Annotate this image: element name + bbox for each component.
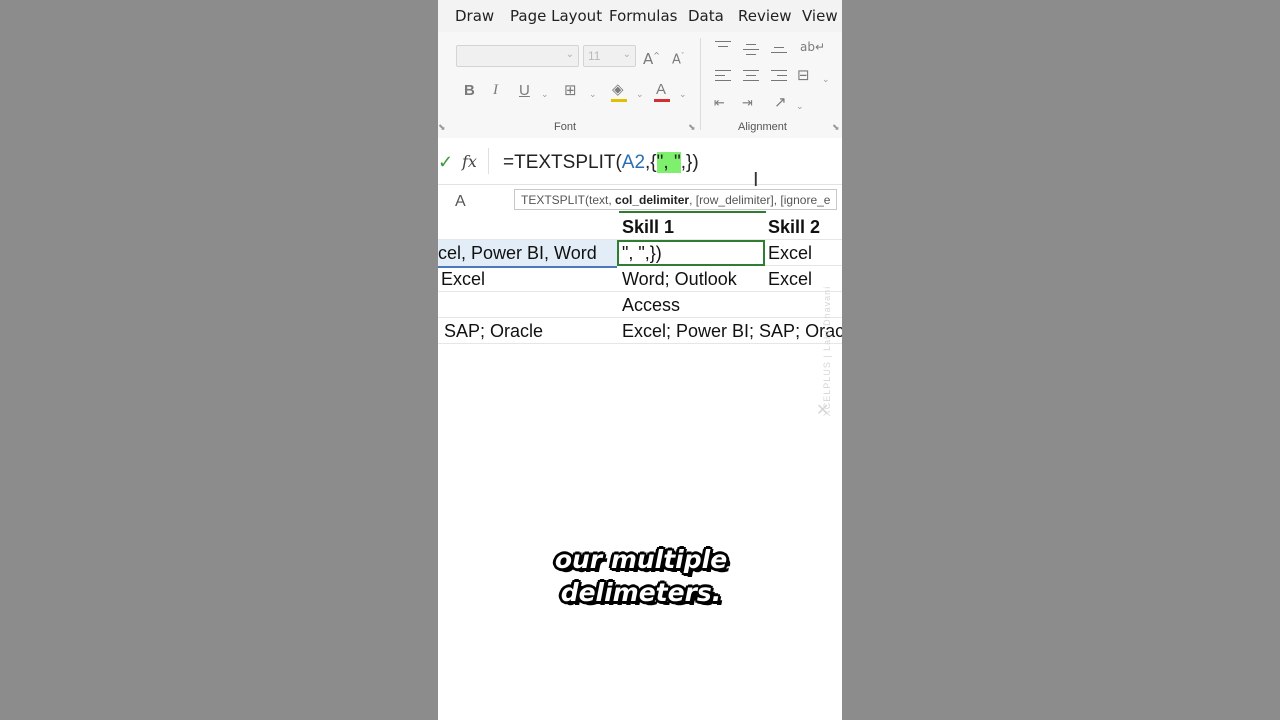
font-group-label: Font — [554, 121, 577, 133]
formula-bar-separator — [488, 148, 489, 174]
insert-function-icon[interactable]: fx — [462, 152, 477, 171]
caption-line-1: our multiple — [554, 545, 728, 574]
dialog-launcher-icon[interactable]: ⬊ — [438, 122, 446, 133]
formula-prefix: =TEXTSPLIT( — [503, 152, 622, 173]
tab-view[interactable]: View — [802, 7, 838, 25]
formula-highlighted-delimiter: ", " — [656, 152, 681, 173]
chevron-down-icon[interactable]: ⌄ — [589, 88, 597, 103]
table-row: cel, Power BI, Word ", ",}) Excel — [438, 240, 842, 268]
tooltip-post: , [row_delimiter], [ignore_e — [689, 193, 831, 207]
fill-color-icon[interactable]: ◈ — [612, 82, 624, 97]
align-middle-icon[interactable] — [743, 44, 759, 58]
watermark-logo-icon: ✕ — [816, 402, 830, 419]
chevron-down-icon[interactable]: ⌄ — [636, 88, 644, 103]
bold-button[interactable]: B — [464, 83, 475, 98]
tab-review[interactable]: Review — [738, 7, 792, 25]
table-row: Excel Word; Outlook Excel — [438, 266, 842, 292]
orientation-icon[interactable]: ↗ — [774, 95, 787, 110]
formula-input[interactable]: =TEXTSPLIT(A2,{", ",}) — [503, 152, 699, 174]
ribbon-tabs: Draw Page Layout Formulas Data Review Vi… — [438, 0, 842, 32]
chevron-down-icon[interactable]: ⌄ — [796, 100, 804, 115]
align-left-icon[interactable] — [715, 70, 731, 84]
decrease-indent-icon[interactable]: ⇤ — [714, 96, 725, 111]
group-separator — [700, 38, 701, 130]
tooltip-current-arg: col_delimiter — [615, 193, 690, 207]
cell-c2[interactable]: Excel — [768, 240, 842, 266]
italic-button[interactable]: I — [493, 83, 498, 98]
chevron-down-icon[interactable]: ⌄ — [822, 73, 830, 88]
column-header-a[interactable]: A — [455, 193, 466, 211]
cell-b4[interactable]: Access — [622, 292, 764, 318]
watermark-text: XCELPLUS | Lalit Dhavani — [822, 285, 833, 417]
cell-b3[interactable]: Word; Outlook — [622, 266, 764, 292]
font-color-swatch — [654, 99, 670, 102]
cell-a3[interactable]: Excel — [441, 266, 613, 292]
alignment-group-label: Alignment — [738, 121, 787, 133]
chevron-down-icon: ⌄ — [565, 49, 574, 60]
tab-draw[interactable]: Draw — [455, 7, 494, 25]
decrease-font-size-icon[interactable]: Aˇ — [672, 49, 684, 67]
table-row: Skill 1 Skill 2 — [438, 214, 842, 240]
borders-icon[interactable]: ⊞ — [564, 83, 577, 98]
enter-check-icon[interactable]: ✓ — [438, 152, 453, 173]
column-selection-marker — [619, 211, 766, 213]
cell-a2[interactable]: cel, Power BI, Word — [438, 240, 617, 268]
formula-suffix: ,}) — [680, 152, 699, 173]
alignment-dialog-launcher-icon[interactable]: ⬊ — [832, 122, 840, 133]
cell-b1[interactable]: Skill 1 — [622, 214, 764, 240]
align-top-icon[interactable] — [715, 41, 731, 55]
tab-formulas[interactable]: Formulas — [609, 7, 677, 25]
font-color-button[interactable]: A — [656, 82, 666, 97]
watermark: XCELPLUS | Lalit Dhavani ✕ — [814, 286, 832, 420]
align-right-icon[interactable] — [771, 70, 787, 84]
font-dialog-launcher-icon[interactable]: ⬊ — [688, 122, 696, 133]
chevron-down-icon[interactable]: ⌄ — [679, 88, 687, 103]
function-tooltip: TEXTSPLIT(text, col_delimiter, [row_deli… — [514, 189, 838, 210]
cell-a4[interactable] — [444, 292, 616, 318]
ribbon: ⬊ ⌄ 11 ⌄ A^ Aˇ B I U ⌄ ⊞ ⌄ ◈ ⌄ A ⌄ Font … — [438, 32, 842, 139]
cell-a5[interactable]: SAP; Oracle — [444, 318, 616, 344]
tooltip-pre: TEXTSPLIT(text, — [521, 193, 616, 207]
tab-data[interactable]: Data — [688, 7, 724, 25]
font-size-dropdown[interactable]: 11 ⌄ — [583, 45, 636, 67]
fill-color-swatch — [611, 99, 627, 102]
video-caption: our multiple delimeters. — [528, 543, 754, 609]
increase-indent-icon[interactable]: ⇥ — [742, 96, 753, 111]
cell-a1[interactable] — [444, 214, 616, 240]
cell-b2[interactable]: ", ",}) — [622, 240, 764, 266]
table-row: SAP; Oracle Excel; Power BI; SAP; Oracl — [438, 318, 842, 344]
cell-c1[interactable]: Skill 2 — [768, 214, 842, 240]
align-center-icon[interactable] — [743, 70, 759, 84]
chevron-down-icon[interactable]: ⌄ — [541, 88, 549, 103]
formula-mid: ,{ — [645, 152, 657, 173]
increase-font-size-icon[interactable]: A^ — [643, 48, 660, 67]
merge-center-icon[interactable]: ⊟ — [797, 68, 810, 83]
formula-bar: ✓ fx =TEXTSPLIT(A2,{", ",}) I — [438, 138, 842, 191]
chevron-down-icon: ⌄ — [622, 49, 631, 60]
font-name-dropdown[interactable]: ⌄ — [456, 45, 579, 67]
font-size-value: 11 — [588, 49, 601, 63]
formula-reference: A2 — [621, 152, 646, 173]
underline-button[interactable]: U — [519, 83, 530, 98]
table-row: Access — [438, 292, 842, 318]
wrap-text-icon[interactable]: ab↵ — [800, 40, 825, 55]
sheet-grid: Skill 1 Skill 2 cel, Power BI, Word ", "… — [438, 214, 842, 350]
excel-screen: Draw Page Layout Formulas Data Review Vi… — [438, 0, 842, 720]
tab-page-layout[interactable]: Page Layout — [510, 7, 602, 25]
caption-line-2: delimeters. — [560, 578, 722, 607]
align-bottom-icon[interactable] — [771, 47, 787, 61]
